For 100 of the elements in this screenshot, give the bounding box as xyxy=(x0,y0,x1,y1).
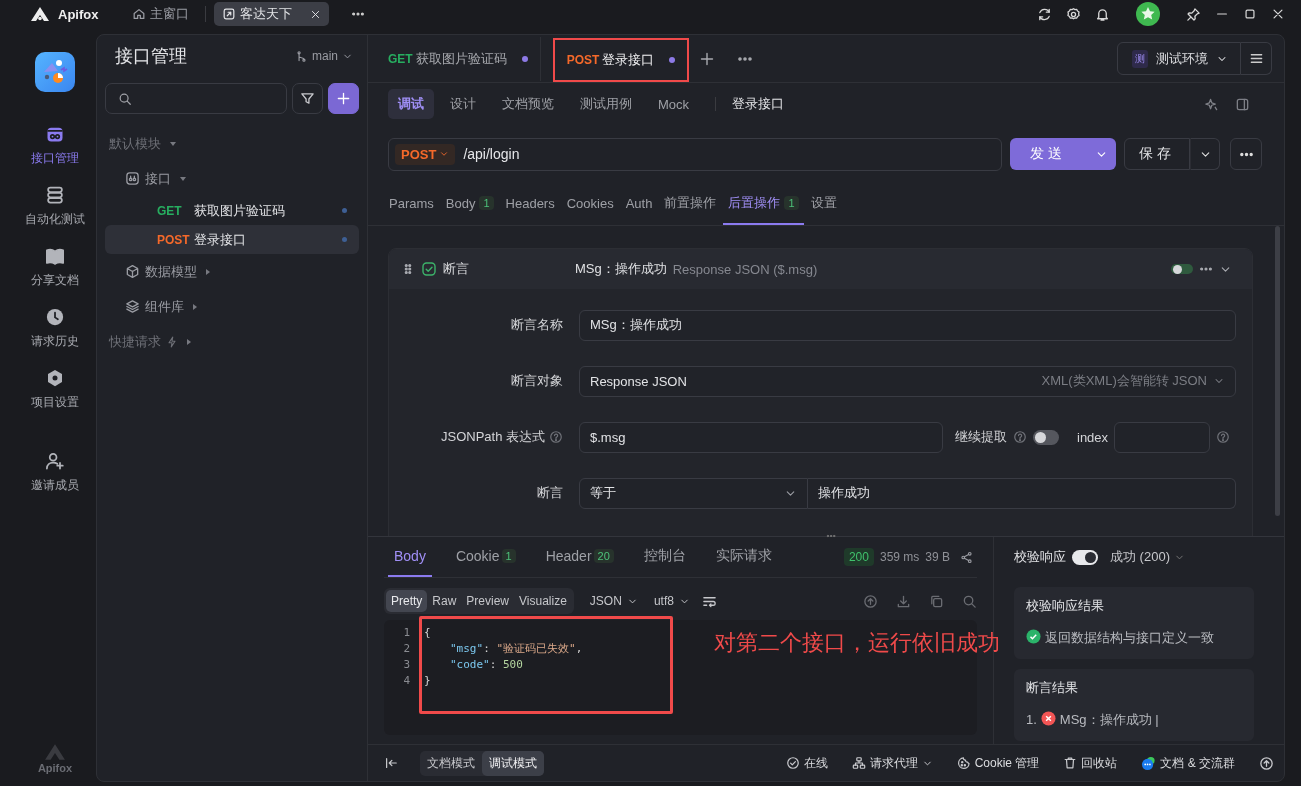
request-tab[interactable]: POST 登录接口 xyxy=(552,37,690,82)
result-selector[interactable]: 成功 (200) xyxy=(1110,548,1185,566)
help-icon[interactable] xyxy=(1216,430,1231,444)
menu-button[interactable] xyxy=(1241,42,1272,75)
method-label: GET xyxy=(157,203,183,218)
select-field[interactable]: Response JSON XML(类XML)会智能转 JSON xyxy=(579,365,1236,397)
side-panel-icon[interactable] xyxy=(1235,96,1250,112)
help-icon[interactable] xyxy=(1013,430,1027,444)
card-title: 校验响应结果 xyxy=(1026,597,1105,615)
param-tab[interactable]: Body 1 xyxy=(440,183,499,225)
text-field[interactable]: 操作成功 xyxy=(808,477,1236,509)
nav-item[interactable]: 邀请成员 xyxy=(31,451,79,494)
success-icon xyxy=(1026,629,1041,644)
param-tab[interactable]: Headers xyxy=(500,183,560,225)
search-icon[interactable] xyxy=(962,593,977,609)
network-icon xyxy=(851,756,866,770)
bell-icon[interactable] xyxy=(1095,6,1110,22)
toggle-switch[interactable] xyxy=(1033,429,1059,445)
view-tab[interactable]: 设计 xyxy=(440,89,486,119)
toggle-switch[interactable] xyxy=(1171,264,1193,274)
nav-item[interactable]: 请求历史 xyxy=(31,307,79,350)
scrollbar[interactable] xyxy=(1275,226,1280,516)
mode-tab[interactable]: 文档模式 xyxy=(420,750,482,776)
tree-label: 默认模块 xyxy=(109,134,161,153)
close-icon[interactable] xyxy=(1271,7,1285,21)
response-tab[interactable]: Cookie 1 xyxy=(449,537,522,577)
clock-icon xyxy=(45,307,65,327)
view-tab[interactable]: Mock xyxy=(648,90,700,118)
window-tab[interactable]: 主窗口 xyxy=(124,2,198,26)
url-field[interactable]: POST /api/login xyxy=(388,137,1002,171)
format-selector[interactable]: JSON xyxy=(589,594,638,608)
more-button[interactable] xyxy=(1230,138,1262,170)
encoding-selector[interactable]: utf8 xyxy=(653,594,690,608)
status-bar-item[interactable]: 文档 & 交流群 xyxy=(1141,754,1235,772)
download-icon[interactable] xyxy=(896,593,911,609)
param-tab[interactable]: 设置 xyxy=(805,183,842,225)
param-tab[interactable]: 前置操作 xyxy=(659,183,722,225)
logo-icon xyxy=(30,6,50,22)
method-selector[interactable]: POST xyxy=(395,143,456,165)
mode-tab[interactable]: 调试模式 xyxy=(482,750,544,776)
help-icon[interactable] xyxy=(549,430,563,444)
toggle-switch[interactable] xyxy=(1072,549,1098,565)
collapse-icon[interactable] xyxy=(384,756,398,770)
tree-item[interactable]: 组件库 xyxy=(105,289,359,324)
pin-icon[interactable] xyxy=(1186,6,1201,22)
endpoint-item[interactable]: POST 登录接口 xyxy=(105,225,359,254)
endpoint-item[interactable]: GET 获取图片验证码 xyxy=(105,196,359,225)
view-tab[interactable]: 测试用例 xyxy=(570,89,642,119)
settings-icon[interactable] xyxy=(1066,6,1081,22)
filter-icon xyxy=(300,91,315,106)
checkbox[interactable] xyxy=(421,261,437,277)
response-tab[interactable]: 控制台 xyxy=(637,537,692,577)
branch-selector[interactable]: main xyxy=(295,49,353,63)
save-button[interactable]: 保存 xyxy=(1124,138,1190,170)
filter-button[interactable] xyxy=(292,83,323,114)
share-icon[interactable] xyxy=(960,550,973,564)
copy-icon[interactable] xyxy=(929,593,944,609)
environment-selector[interactable]: 测 测试环境 xyxy=(1117,42,1241,75)
index-field[interactable] xyxy=(1114,421,1211,453)
send-button[interactable]: 发送 xyxy=(1010,138,1086,170)
search-field[interactable] xyxy=(105,83,287,114)
tree-item[interactable]: 接口 xyxy=(105,161,359,196)
tree-label: 组件库 xyxy=(145,297,184,316)
status-bar-item[interactable]: 在线 xyxy=(785,754,828,772)
param-tab[interactable]: Cookies xyxy=(561,183,619,225)
window-icon xyxy=(222,7,237,21)
request-tab[interactable]: GET 获取图片验证码 xyxy=(376,36,541,81)
add-button[interactable] xyxy=(328,83,359,114)
response-tab[interactable]: 实际请求 xyxy=(709,537,778,577)
add-tab-icon[interactable] xyxy=(699,50,716,67)
scroll-top-icon[interactable] xyxy=(1259,755,1274,771)
view-tab[interactable]: 文档预览 xyxy=(492,89,564,119)
nav-item[interactable]: 接口管理 xyxy=(31,124,79,167)
nav-item[interactable]: 分享文档 xyxy=(31,246,79,289)
view-tab[interactable]: 调试 xyxy=(388,89,434,119)
status-bar-item[interactable]: 回收站 xyxy=(1063,754,1118,772)
param-tab[interactable]: 后置操作 1 xyxy=(723,183,804,225)
response-tab[interactable]: Header 20 xyxy=(539,537,620,577)
refresh-icon[interactable] xyxy=(1037,6,1052,22)
upload-icon[interactable] xyxy=(863,593,878,609)
nav-item[interactable]: 项目设置 xyxy=(31,368,79,411)
close-icon[interactable] xyxy=(310,8,322,20)
view-mode-tab[interactable]: Preview xyxy=(461,590,515,612)
sparkle-icon[interactable] xyxy=(1204,96,1219,112)
param-tab[interactable]: Auth xyxy=(620,183,658,225)
status-bar-item[interactable]: 请求代理 xyxy=(851,754,933,772)
response-tab[interactable]: Body xyxy=(388,537,432,577)
maximize-icon[interactable] xyxy=(1243,7,1257,21)
text-field[interactable]: MSg：操作成功 xyxy=(579,309,1236,341)
param-tab[interactable]: Params xyxy=(384,183,439,225)
code-line: "code": 500 xyxy=(449,657,523,671)
view-mode-tab[interactable]: Raw xyxy=(427,590,462,612)
tree-item[interactable]: 数据模型 xyxy=(105,254,359,289)
status-bar-item[interactable]: Cookie 管理 xyxy=(956,754,1040,772)
nav-item[interactable]: 自动化测试 xyxy=(25,185,85,228)
view-mode-tab[interactable]: Pretty xyxy=(386,590,428,612)
view-mode-tab[interactable]: Visualize xyxy=(514,590,572,612)
operator-select[interactable]: 等于 xyxy=(579,477,808,509)
window-tab[interactable]: 客达天下 xyxy=(214,2,330,26)
text-field[interactable]: $.msg xyxy=(579,421,943,453)
